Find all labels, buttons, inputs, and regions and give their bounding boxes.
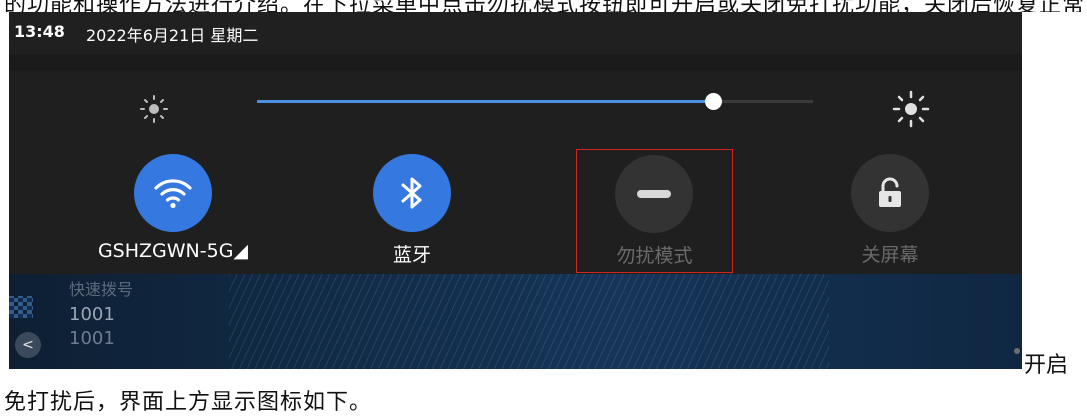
dialpad-icon <box>9 296 33 318</box>
lock-icon <box>851 154 929 232</box>
document-inline-text: 开启 <box>1024 353 1069 378</box>
do-not-disturb-toggle[interactable]: 勿扰模式 <box>576 149 733 273</box>
wallpaper-pattern <box>229 274 829 369</box>
image-corner-marker <box>1014 348 1020 354</box>
document-top-text: 的功能和操作方法进行介绍。在下拉菜单中点击勿扰模式按钮即可开启或关闭免打扰功能，… <box>4 0 1085 12</box>
document-next-line: 免打扰后，界面上方显示图标如下。 <box>4 390 373 415</box>
status-time: 13:48 <box>14 22 65 41</box>
document-top-line: 的功能和操作方法进行介绍。在下拉菜单中点击勿扰模式按钮即可开启或关闭免打扰功能，… <box>0 0 1087 12</box>
bluetooth-toggle[interactable]: 蓝牙 <box>332 146 492 274</box>
back-button[interactable]: < <box>15 332 41 358</box>
brightness-low-icon <box>134 89 174 129</box>
bluetooth-icon <box>373 154 451 232</box>
status-date: 2022年6月21日 星期二 <box>86 26 259 45</box>
app-number-secondary: 1001 <box>69 328 115 349</box>
brightness-thumb[interactable] <box>704 93 722 110</box>
brightness-fill <box>257 100 713 103</box>
wifi-icon <box>134 154 212 232</box>
brightness-slider[interactable] <box>257 93 813 110</box>
status-bar: 13:48 2022年6月21日 星期二 <box>9 12 1022 54</box>
minus-circle-icon <box>615 155 693 233</box>
tablet-screenshot: 13:48 2022年6月21日 星期二 GSHZGWN-5G◢ 蓝牙 勿扰模式… <box>9 12 1022 369</box>
app-title: 快速拨号 <box>69 280 134 299</box>
screen-off-label: 关屏幕 <box>861 244 919 266</box>
background-app-area: 快速拨号 1001 1001 < <box>9 274 1022 369</box>
bluetooth-label: 蓝牙 <box>392 244 431 266</box>
do-not-disturb-label: 勿扰模式 <box>616 245 693 267</box>
screen-off-toggle[interactable]: 关屏幕 <box>810 146 970 274</box>
brightness-high-icon <box>891 89 931 129</box>
wifi-toggle[interactable]: GSHZGWN-5G◢ <box>93 146 253 274</box>
app-number-primary: 1001 <box>69 304 115 325</box>
wifi-label: GSHZGWN-5G◢ <box>97 240 249 262</box>
